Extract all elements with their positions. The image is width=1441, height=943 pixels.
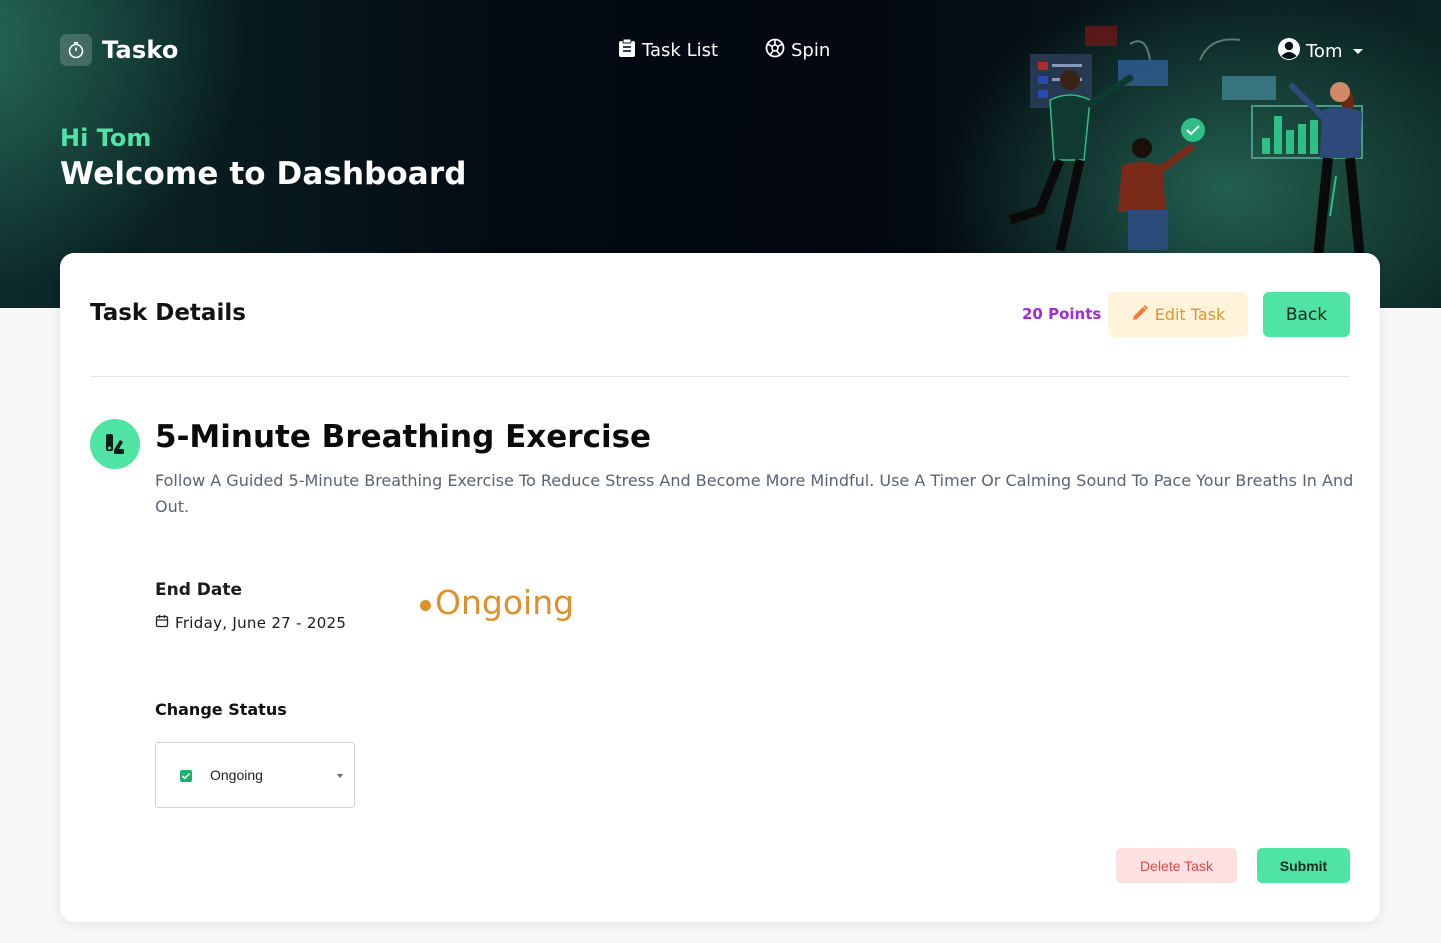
chevron-down-icon [1353, 49, 1364, 54]
stopwatch-icon [60, 34, 92, 66]
task-description: Follow A Guided 5-Minute Breathing Exerc… [155, 471, 1354, 516]
task-details-card: Task Details 20 Points Edit Task Back 5-… [60, 253, 1380, 922]
back-button[interactable]: Back [1263, 292, 1350, 337]
submit-button[interactable]: Submit [1257, 848, 1350, 883]
nav-spin[interactable]: Spin [765, 38, 830, 63]
brand-logo[interactable]: Tasko [60, 34, 179, 66]
user-menu[interactable]: Tom [1277, 37, 1364, 66]
user-avatar-icon [1277, 37, 1301, 66]
user-name: Tom [1306, 41, 1343, 62]
edit-task-button[interactable]: Edit Task [1108, 292, 1248, 337]
top-navbar: Tasko Task List Spin Tom [0, 30, 1441, 70]
end-date-label: End Date [155, 580, 243, 600]
change-status-label: Change Status [155, 700, 287, 719]
end-date: Friday, June 27 - 2025 [155, 614, 346, 632]
edit-task-label: Edit Task [1154, 305, 1226, 324]
task-title: 5-Minute Breathing Exercise [155, 419, 652, 455]
status-select[interactable]: Ongoing [155, 742, 355, 808]
card-title: Task Details [90, 300, 246, 326]
pencil-icon [1131, 304, 1149, 326]
end-date-value: Friday, June 27 - 2025 [175, 614, 347, 632]
points-badge: 20 Points [1022, 305, 1102, 323]
task-status-label: Ongoing [435, 583, 575, 622]
nav-task-list-label: Task List [642, 40, 719, 61]
greeting: Hi Tom [60, 124, 152, 152]
task-category-icon [90, 419, 140, 469]
wheel-icon [765, 38, 785, 63]
delete-task-button[interactable]: Delete Task [1116, 848, 1237, 883]
brand-name: Tasko [102, 36, 179, 64]
page-heading: Welcome to Dashboard [60, 156, 467, 192]
task-status: Ongoing [420, 583, 574, 622]
nav-task-list[interactable]: Task List [618, 38, 718, 63]
checkbox-icon [180, 770, 192, 782]
nav-spin-label: Spin [791, 40, 831, 61]
calendar-icon [155, 614, 169, 632]
divider [90, 376, 1350, 377]
status-select-value: Ongoing [210, 767, 263, 783]
status-dot-icon [420, 600, 431, 611]
caret-down-icon [337, 774, 343, 778]
clipboard-icon [618, 38, 636, 63]
